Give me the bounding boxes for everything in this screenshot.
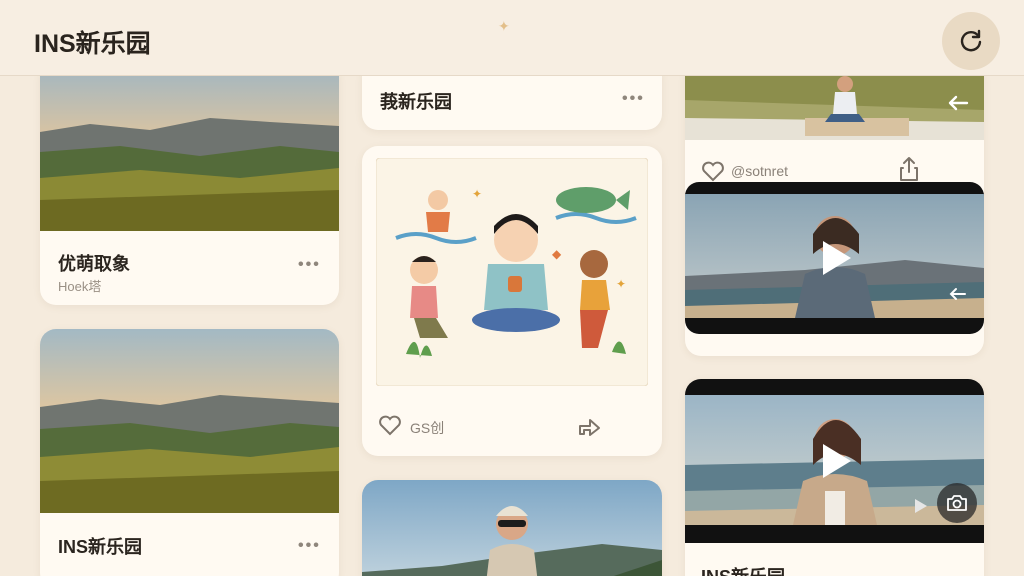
portrait-photo — [362, 480, 662, 576]
card-subtitle: Hoek塔 — [58, 279, 102, 294]
share-icon[interactable] — [897, 156, 921, 182]
feed-card[interactable]: INS新乐园 ••• — [40, 329, 339, 576]
share-icon[interactable] — [576, 412, 602, 438]
video-player[interactable] — [685, 182, 984, 334]
card-title: INS新乐园 — [701, 563, 785, 576]
play-icon[interactable] — [819, 238, 853, 278]
top-bar: INS新乐园 ✦ — [0, 0, 1024, 76]
svg-text:◆: ◆ — [552, 247, 562, 261]
illustration-image: ✦ ◆ ✦ — [376, 158, 648, 386]
landscape-photo — [40, 60, 339, 231]
heart-icon[interactable] — [378, 414, 402, 436]
landscape-photo — [40, 329, 339, 513]
like-count: GS创 — [410, 420, 445, 436]
camera-icon — [947, 495, 967, 511]
heart-icon[interactable] — [701, 160, 725, 182]
feed-card[interactable]: ✦ ◆ ✦ GS创 — [362, 146, 662, 456]
card-title: 优萌取象 — [58, 254, 130, 274]
username-label[interactable]: @sotnret — [731, 163, 788, 179]
more-options-button[interactable]: ••• — [298, 256, 321, 274]
feed-card[interactable]: 优萌取象 Hoek塔 ••• — [40, 60, 339, 305]
feed-card[interactable] — [362, 480, 662, 576]
settings-arrow-icon[interactable] — [947, 286, 967, 302]
card-title: 莪新乐园 — [380, 92, 452, 112]
app-title: INS新乐园 — [34, 30, 151, 58]
play-icon[interactable] — [819, 441, 853, 481]
more-options-button[interactable]: ••• — [298, 537, 321, 555]
small-play-icon[interactable] — [913, 497, 929, 515]
svg-text:✦: ✦ — [616, 277, 626, 291]
more-options-button[interactable]: ••• — [622, 90, 645, 108]
camera-button[interactable] — [937, 483, 977, 523]
refresh-icon — [960, 29, 982, 52]
video-player[interactable] — [685, 379, 984, 543]
svg-text:✦: ✦ — [472, 187, 482, 201]
refresh-button[interactable] — [942, 12, 1000, 70]
sparkle-icon: ✦ — [498, 18, 510, 34]
feed-card[interactable]: INS新乐园 — [685, 379, 984, 576]
back-arrow-icon[interactable] — [947, 94, 969, 112]
card-title: INS新乐园 — [58, 537, 143, 557]
